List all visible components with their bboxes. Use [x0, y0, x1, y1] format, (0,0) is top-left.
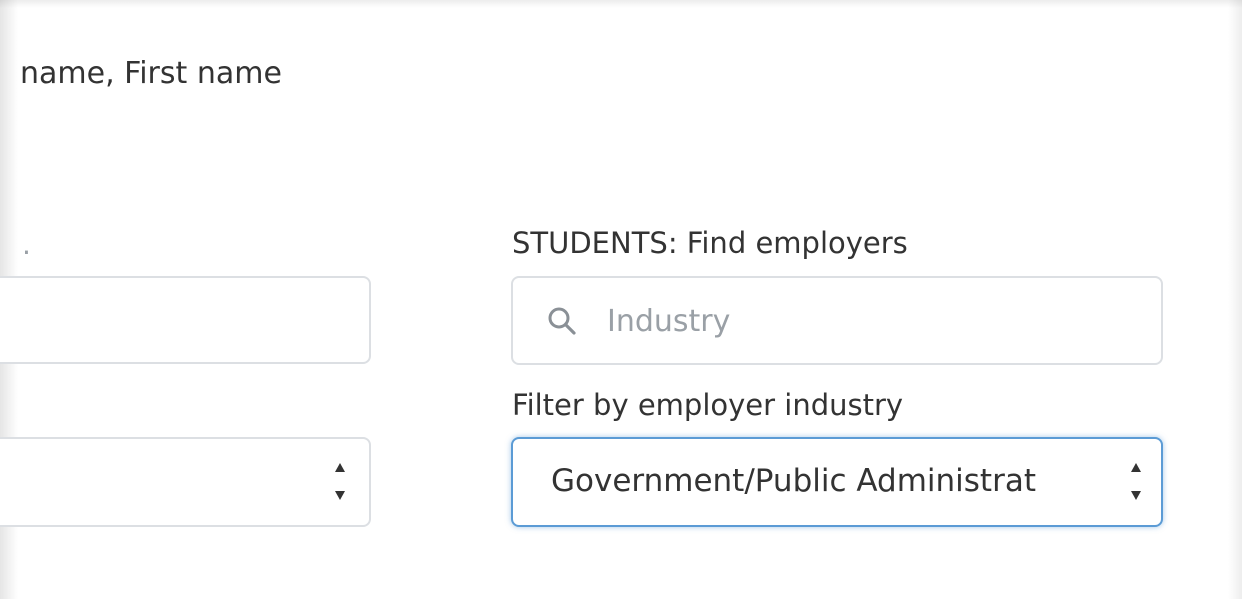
industry-filter-value: Government/Public Administrat	[551, 463, 1036, 499]
left-field-label: .	[22, 228, 31, 261]
panel-top-edge	[0, 0, 1242, 8]
industry-search-input[interactable]	[607, 292, 1127, 350]
left-select[interactable]	[0, 437, 371, 527]
industry-filter-select[interactable]: Government/Public Administrat	[511, 437, 1163, 527]
filter-industry-label: Filter by employer industry	[512, 388, 904, 422]
select-arrows-icon	[1130, 461, 1144, 505]
select-arrows-icon	[334, 461, 348, 505]
industry-search-box[interactable]	[511, 276, 1163, 365]
panel-right-edge	[1228, 0, 1242, 599]
page: name, First name . STUDENTS: Find employ…	[0, 0, 1242, 599]
left-text-input[interactable]	[0, 276, 371, 364]
search-icon	[548, 307, 576, 335]
name-format-hint: name, First name	[20, 56, 282, 91]
employers-section-title: STUDENTS: Find employers	[512, 226, 908, 260]
